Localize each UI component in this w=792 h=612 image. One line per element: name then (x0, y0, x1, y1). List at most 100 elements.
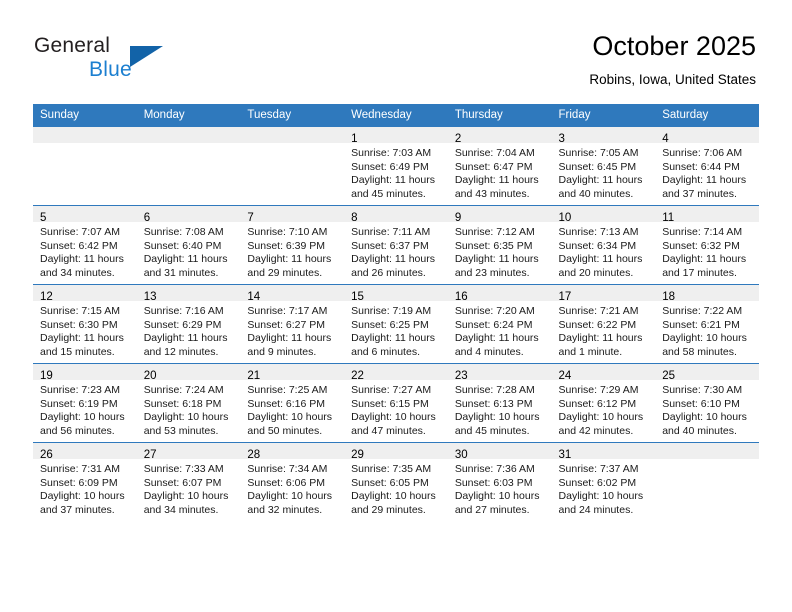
day-cell-body: Sunrise: 7:10 AM Sunset: 6:39 PM Daylight:… (240, 222, 344, 280)
calendar-day-cell[interactable]: 8 Sunrise: 7:11 AM Sunset: 6:37 PM Daylight… (344, 205, 448, 285)
sunset-text: Sunset: 6:10 PM (662, 397, 740, 410)
day-number-band (136, 127, 241, 143)
calendar-day-cell[interactable]: 6 Sunrise: 7:08 AM Sunset: 6:40 PM Daylight… (136, 205, 241, 285)
daylight-text-line1: Daylight: 10 hours (662, 332, 747, 345)
day-number-band: 6 (136, 206, 241, 224)
calendar-day-cell[interactable]: 19 Sunrise: 7:23 AM Sunset: 6:19 PM Dayligh… (33, 363, 137, 443)
day-number: 12 (40, 291, 53, 303)
daylight-text-line2: and 24 minutes. (558, 503, 634, 516)
daylight-text-line2: and 45 minutes. (351, 187, 426, 200)
daylight-text-line1: Daylight: 11 hours (40, 253, 124, 266)
calendar-day-cell[interactable]: 10 Sunrise: 7:13 AM Sunset: 6:34 PM Dayligh… (551, 205, 656, 285)
day-cell-body: Sunrise: 7:19 AM Sunset: 6:25 PM Daylight:… (344, 301, 448, 359)
calendar-day-cell[interactable]: 14 Sunrise: 7:17 AM Sunset: 6:27 PM Dayligh… (240, 284, 345, 364)
calendar-day-cell[interactable]: 22 Sunrise: 7:27 AM Sunset: 6:15 PM Dayligh… (344, 363, 448, 443)
sunset-text: Sunset: 6:15 PM (351, 397, 429, 410)
calendar-day-cell[interactable]: 16 Sunrise: 7:20 AM Sunset: 6:24 PM Dayligh… (447, 284, 552, 364)
calendar-day-cell[interactable]: 24 Sunrise: 7:29 AM Sunset: 6:12 PM Dayligh… (551, 363, 656, 443)
day-number: 16 (454, 291, 468, 303)
day-number-band: 16 (447, 285, 552, 303)
daylight-text-line2: and 43 minutes. (454, 187, 530, 200)
calendar-day-cell[interactable]: 28 Sunrise: 7:34 AM Sunset: 6:06 PM Dayligh… (240, 442, 345, 521)
daylight-text-line1: Daylight: 11 hours (247, 332, 332, 345)
sunset-text: Sunset: 6:37 PM (351, 239, 429, 252)
calendar-day-cell[interactable]: 29 Sunrise: 7:35 AM Sunset: 6:05 PM Dayligh… (344, 442, 448, 521)
sunrise-text: Sunrise: 7:06 AM (662, 147, 743, 159)
calendar-day-cell[interactable]: 11 Sunrise: 7:14 AM Sunset: 6:32 PM Dayligh… (655, 205, 759, 285)
calendar-day-cell[interactable]: 7 Sunrise: 7:10 AM Sunset: 6:39 PM Daylight… (240, 205, 345, 285)
day-number: 20 (143, 370, 157, 382)
daylight-text-line1: Daylight: 11 hours (558, 253, 643, 266)
daylight-text-line1: Daylight: 11 hours (351, 174, 435, 187)
day-number-band: 5 (33, 206, 137, 224)
sunrise-text: Sunrise: 7:17 AM (247, 305, 328, 317)
daylight-text-line2: and 56 minutes. (40, 424, 115, 437)
calendar-day-cell[interactable]: 12 Sunrise: 7:15 AM Sunset: 6:30 PM Dayligh… (33, 284, 137, 364)
calendar-day-cell[interactable]: 20 Sunrise: 7:24 AM Sunset: 6:18 PM Dayligh… (136, 363, 241, 443)
daylight-text-line2: and 32 minutes. (247, 503, 323, 516)
daylight-text-line2: and 37 minutes. (40, 503, 115, 516)
calendar-day-cell[interactable]: 4 Sunrise: 7:06 AM Sunset: 6:44 PM Daylight… (655, 126, 759, 206)
daylight-text-line1: Daylight: 11 hours (143, 253, 228, 266)
day-number-band: 12 (33, 285, 137, 303)
day-number-band: 20 (136, 364, 241, 382)
daylight-text-line2: and 58 minutes. (662, 345, 737, 358)
weekday-header-row: Sunday Monday Tuesday Wednesday Thursday… (33, 104, 759, 127)
calendar-day-cell[interactable]: 25 Sunrise: 7:30 AM Sunset: 6:10 PM Dayligh… (655, 363, 759, 443)
calendar-day-cell[interactable]: 17 Sunrise: 7:21 AM Sunset: 6:22 PM Dayligh… (551, 284, 656, 364)
calendar-day-cell[interactable]: 31 Sunrise: 7:37 AM Sunset: 6:02 PM Dayligh… (551, 442, 656, 521)
daylight-text-line2: and 20 minutes. (558, 266, 634, 279)
sunrise-text: Sunrise: 7:24 AM (143, 384, 224, 396)
calendar-day-cell[interactable]: 30 Sunrise: 7:36 AM Sunset: 6:03 PM Dayligh… (447, 442, 552, 521)
calendar-day-cell[interactable]: 21 Sunrise: 7:25 AM Sunset: 6:16 PM Dayligh… (240, 363, 345, 443)
day-number-band: 27 (136, 443, 241, 461)
daylight-text-line2: and 9 minutes. (247, 345, 317, 358)
sunrise-text: Sunrise: 7:36 AM (454, 463, 535, 475)
calendar-day-cell[interactable]: 9 Sunrise: 7:12 AM Sunset: 6:35 PM Daylight… (447, 205, 552, 285)
calendar-day-cell[interactable]: 3 Sunrise: 7:05 AM Sunset: 6:45 PM Daylight… (551, 126, 656, 206)
daylight-text-line1: Daylight: 11 hours (662, 253, 747, 266)
calendar-day-cell[interactable]: 1 Sunrise: 7:03 AM Sunset: 6:49 PM Daylight… (344, 126, 448, 206)
day-number: 15 (351, 291, 364, 303)
sunrise-text: Sunrise: 7:23 AM (40, 384, 120, 396)
day-cell-body: Sunrise: 7:05 AM Sunset: 6:45 PM Daylight:… (552, 143, 656, 201)
sunrise-text: Sunrise: 7:28 AM (454, 384, 535, 396)
sunrise-text: Sunrise: 7:25 AM (247, 384, 328, 396)
daylight-text-line1: Daylight: 11 hours (454, 174, 539, 187)
day-number-band: 13 (136, 285, 241, 303)
daylight-text-line1: Daylight: 10 hours (143, 490, 229, 503)
calendar-day-cell[interactable]: 27 Sunrise: 7:33 AM Sunset: 6:07 PM Dayligh… (136, 442, 241, 521)
day-number-band: 15 (344, 285, 448, 303)
calendar-page: General Blue October 2025 Robins, Iowa, … (0, 0, 792, 612)
calendar-day-cell[interactable]: 15 Sunrise: 7:19 AM Sunset: 6:25 PM Dayligh… (344, 284, 448, 364)
sunset-text: Sunset: 6:39 PM (247, 239, 326, 252)
sunrise-text: Sunrise: 7:21 AM (558, 305, 639, 317)
calendar-day-cell[interactable]: 18 Sunrise: 7:22 AM Sunset: 6:21 PM Dayligh… (655, 284, 759, 364)
sunrise-text: Sunrise: 7:03 AM (351, 147, 432, 159)
calendar-day-cell[interactable]: 2 Sunrise: 7:04 AM Sunset: 6:47 PM Daylight… (447, 126, 552, 206)
day-number-band: 21 (240, 364, 345, 382)
sunset-text: Sunset: 6:40 PM (143, 239, 222, 252)
calendar-day-cell[interactable]: 5 Sunrise: 7:07 AM Sunset: 6:42 PM Daylight… (33, 205, 137, 285)
sunrise-text: Sunrise: 7:10 AM (247, 226, 328, 238)
day-number: 8 (351, 212, 358, 224)
day-number-band: 4 (655, 127, 759, 145)
sunset-text: Sunset: 6:29 PM (143, 318, 222, 331)
day-cell-body: Sunrise: 7:04 AM Sunset: 6:47 PM Daylight:… (448, 143, 552, 201)
day-number: 2 (454, 133, 462, 145)
calendar-day-cell[interactable]: 23 Sunrise: 7:28 AM Sunset: 6:13 PM Dayligh… (447, 363, 552, 443)
day-number: 17 (558, 291, 572, 303)
day-number: 29 (351, 449, 364, 461)
day-number-band: 14 (240, 285, 345, 303)
sunset-text: Sunset: 6:49 PM (351, 160, 429, 173)
day-number-band: 10 (551, 206, 656, 224)
daylight-text-line2: and 42 minutes. (558, 424, 634, 437)
general-blue-logo[interactable]: General Blue (34, 34, 214, 86)
sunrise-text: Sunrise: 7:16 AM (143, 305, 224, 317)
calendar-day-cell[interactable]: 26 Sunrise: 7:31 AM Sunset: 6:09 PM Dayligh… (33, 442, 137, 521)
calendar-body: 1 Sunrise: 7:03 AM Sunset: 6:49 PM Daylight… (33, 126, 759, 521)
weekday-header-tuesday: Tuesday (240, 104, 345, 127)
day-number: 24 (558, 370, 572, 382)
calendar-day-cell[interactable]: 13 Sunrise: 7:16 AM Sunset: 6:29 PM Dayligh… (136, 284, 241, 364)
sunset-text: Sunset: 6:19 PM (40, 397, 118, 410)
